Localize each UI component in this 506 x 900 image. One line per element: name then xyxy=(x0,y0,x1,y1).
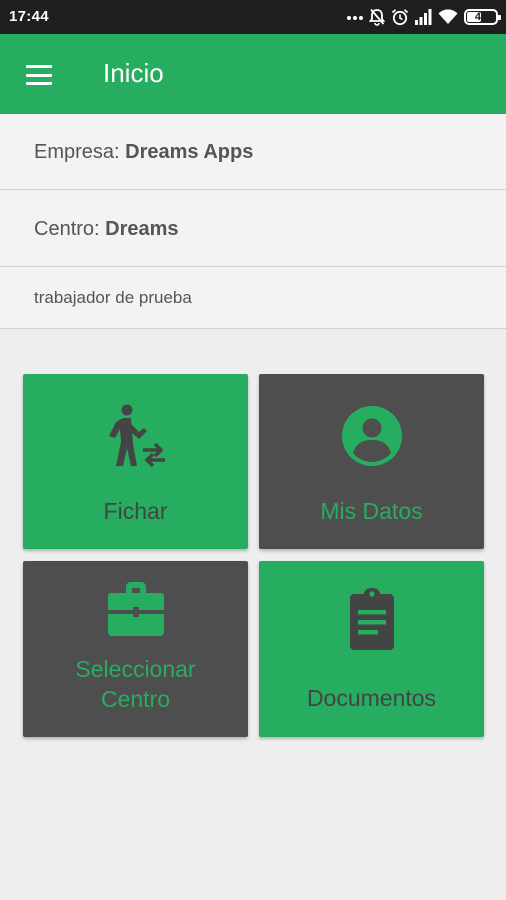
empresa-row: Empresa: Dreams Apps xyxy=(0,114,506,190)
app-bar: Inicio xyxy=(0,34,506,114)
briefcase-icon xyxy=(108,582,164,636)
worker-row: trabajador de prueba xyxy=(0,267,506,329)
battery-icon: 48 xyxy=(464,9,501,25)
status-bar: 17:44 48 xyxy=(0,0,506,34)
seleccionar-centro-tile[interactable]: Seleccionar Centro xyxy=(23,561,248,737)
centro-value: Dreams xyxy=(105,218,179,240)
mis-datos-tile[interactable]: Mis Datos xyxy=(259,374,484,549)
fichar-tile[interactable]: Fichar xyxy=(23,374,248,549)
notifications-muted-icon xyxy=(369,8,385,26)
mis-datos-label: Mis Datos xyxy=(320,498,423,524)
fichar-label: Fichar xyxy=(103,498,168,524)
account-circle-icon xyxy=(342,406,402,466)
battery-level: 48 xyxy=(474,11,488,23)
menu-button[interactable] xyxy=(14,52,64,98)
more-dots-icon xyxy=(347,16,363,20)
hamburger-menu-icon xyxy=(26,65,52,85)
alarm-icon xyxy=(391,9,409,26)
documentos-label: Documentos xyxy=(306,685,437,711)
status-icons: 48 xyxy=(347,7,501,27)
empresa-label: Empresa: xyxy=(34,141,120,163)
seleccionar-centro-label: Seleccionar Centro xyxy=(75,656,196,712)
clipboard-text-icon xyxy=(350,588,394,650)
centro-row: Centro: Dreams xyxy=(0,190,506,267)
centro-label: Centro: xyxy=(34,218,100,240)
empresa-value: Dreams Apps xyxy=(125,141,254,163)
documentos-tile[interactable]: Documentos xyxy=(259,561,484,737)
walking-person-swap-icon xyxy=(109,404,165,468)
wifi-icon xyxy=(438,9,458,24)
worker-name: trabajador de prueba xyxy=(34,288,192,307)
page-title: Inicio xyxy=(103,58,164,88)
status-time: 17:44 xyxy=(9,8,49,25)
signal-icon xyxy=(415,9,432,25)
